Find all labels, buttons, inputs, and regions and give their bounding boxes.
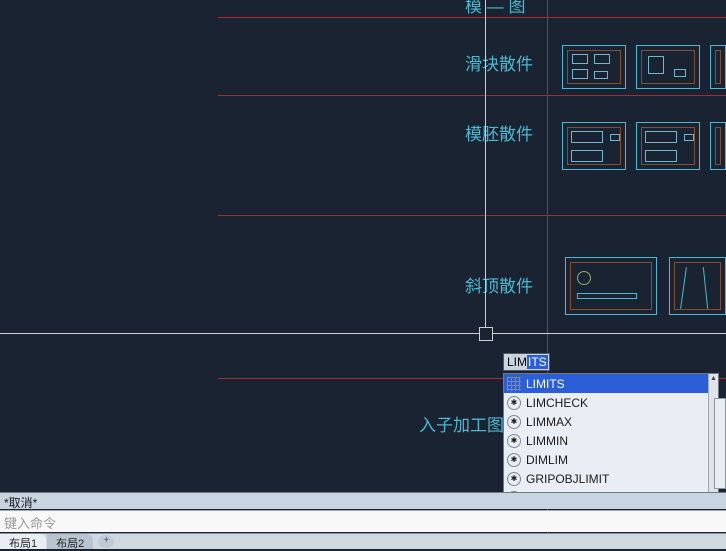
autocomplete-item[interactable]: LIMITS xyxy=(504,374,718,393)
layout-tabs-bar: 布局1布局2 + xyxy=(0,533,726,549)
dynamic-input[interactable]: LIMITS xyxy=(503,353,550,371)
drawing-thumbnail[interactable] xyxy=(562,45,626,89)
layout-tab[interactable]: 布局1 xyxy=(0,534,46,549)
gear-icon: ✱ xyxy=(507,396,521,410)
section-label: 入子加工图 xyxy=(419,411,504,436)
autocomplete-item[interactable]: ✱ GRIPOBJLIMIT xyxy=(504,469,718,488)
guide-line-h xyxy=(218,215,726,216)
guide-line-h xyxy=(218,95,726,96)
crosshair-h xyxy=(0,333,726,334)
command-line-input[interactable]: 键入命令 xyxy=(0,510,726,532)
autocomplete-label: LIMITS xyxy=(526,377,565,391)
drawing-thumbnail[interactable] xyxy=(565,257,657,315)
drawing-thumbnail[interactable] xyxy=(710,122,726,170)
drawing-thumbnail[interactable] xyxy=(636,45,700,89)
input-prefix: LIM xyxy=(507,355,527,369)
section-label: 斜顶散件 xyxy=(465,272,533,297)
drawing-thumbnail[interactable] xyxy=(669,257,726,315)
autocomplete-item[interactable]: ✱ LIMCHECK xyxy=(504,393,718,412)
autocomplete-item[interactable]: ✱ LIMMIN xyxy=(504,431,718,450)
crosshair-v xyxy=(485,0,486,333)
autocomplete-label: DIMLIM xyxy=(526,453,568,467)
drawing-thumbnail[interactable] xyxy=(636,122,700,170)
autocomplete-label: LIMMIN xyxy=(526,434,568,448)
drawing-canvas[interactable]: 模 — 图 滑块散件 模胚散件 斜顶散件 入子加工图 xyxy=(0,0,726,549)
scroll-up-icon[interactable]: ▲ xyxy=(709,374,718,384)
drawing-thumbnail[interactable] xyxy=(562,122,626,170)
section-label: 模胚散件 xyxy=(465,120,533,145)
gear-icon: ✱ xyxy=(507,472,521,486)
gear-icon: ✱ xyxy=(507,453,521,467)
input-selection: ITS xyxy=(527,355,548,369)
crosshair-pickbox xyxy=(479,327,493,341)
autocomplete-label: GRIPOBJLIMIT xyxy=(526,472,609,486)
command-history-line: *取消* xyxy=(0,492,726,509)
add-layout-button[interactable]: + xyxy=(98,535,114,548)
gear-icon: ✱ xyxy=(507,415,521,429)
autocomplete-item[interactable]: ✱ LIMMAX xyxy=(504,412,718,431)
autocomplete-label: LIMMAX xyxy=(526,415,572,429)
guide-line-h xyxy=(218,17,726,18)
canvas-scrollbar-v[interactable] xyxy=(714,398,726,489)
drawing-thumbnail[interactable] xyxy=(710,45,726,89)
layout-tab[interactable]: 布局2 xyxy=(47,534,93,549)
section-label: 滑块散件 xyxy=(465,50,533,75)
autocomplete-label: LIMCHECK xyxy=(526,396,588,410)
grid-icon xyxy=(507,377,521,391)
section-label: 模 — 图 xyxy=(465,0,525,17)
gear-icon: ✱ xyxy=(507,434,521,448)
autocomplete-item[interactable]: ✱ DIMLIM xyxy=(504,450,718,469)
autocomplete-popup: LIMITS ✱ LIMCHECK ✱ LIMMAX ✱ LIMMIN ✱ DIMLIM ✱ GRI… xyxy=(503,373,719,508)
